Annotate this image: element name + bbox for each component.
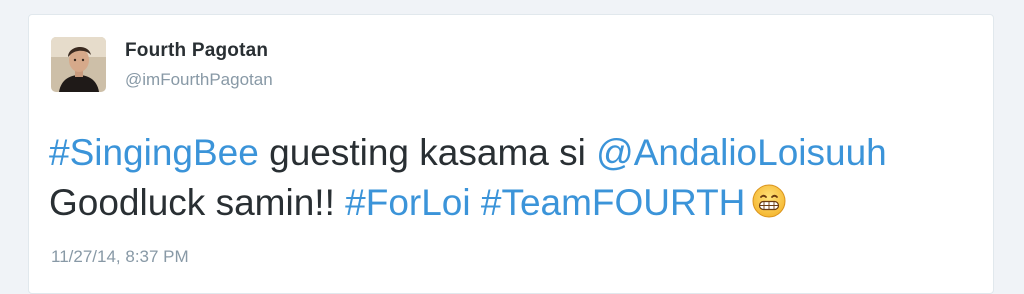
hashtag-forloi[interactable]: #ForLoi xyxy=(345,182,470,223)
tweet-line-1: #SingingBee guesting kasama si @AndalioL… xyxy=(49,128,979,178)
hashtag-singingbee[interactable]: #SingingBee xyxy=(49,132,259,173)
hashtag-teamfourth[interactable]: #TeamFOURTH xyxy=(481,182,746,223)
tweet-timestamp[interactable]: 11/27/14, 8:37 PM xyxy=(51,247,189,267)
mention-andalioloisuuh[interactable]: @AndalioLoisuuh xyxy=(596,132,887,173)
tweet-text-segment: guesting kasama si xyxy=(258,132,597,173)
profile-photo-icon xyxy=(51,37,106,92)
user-handle[interactable]: @imFourthPagotan xyxy=(125,70,273,90)
tweet-line-2: Goodluck samin!! #ForLoi #TeamFOURTH xyxy=(49,178,979,228)
display-name[interactable]: Fourth Pagotan xyxy=(125,40,268,62)
tweet-card: Fourth Pagotan @imFourthPagotan #Singing… xyxy=(28,14,994,294)
tweet-text: #SingingBee guesting kasama si @AndalioL… xyxy=(49,128,979,228)
tweet-text-segment: Goodluck samin!! xyxy=(49,182,346,223)
avatar[interactable] xyxy=(51,37,106,92)
grinning-face-icon xyxy=(751,182,787,218)
